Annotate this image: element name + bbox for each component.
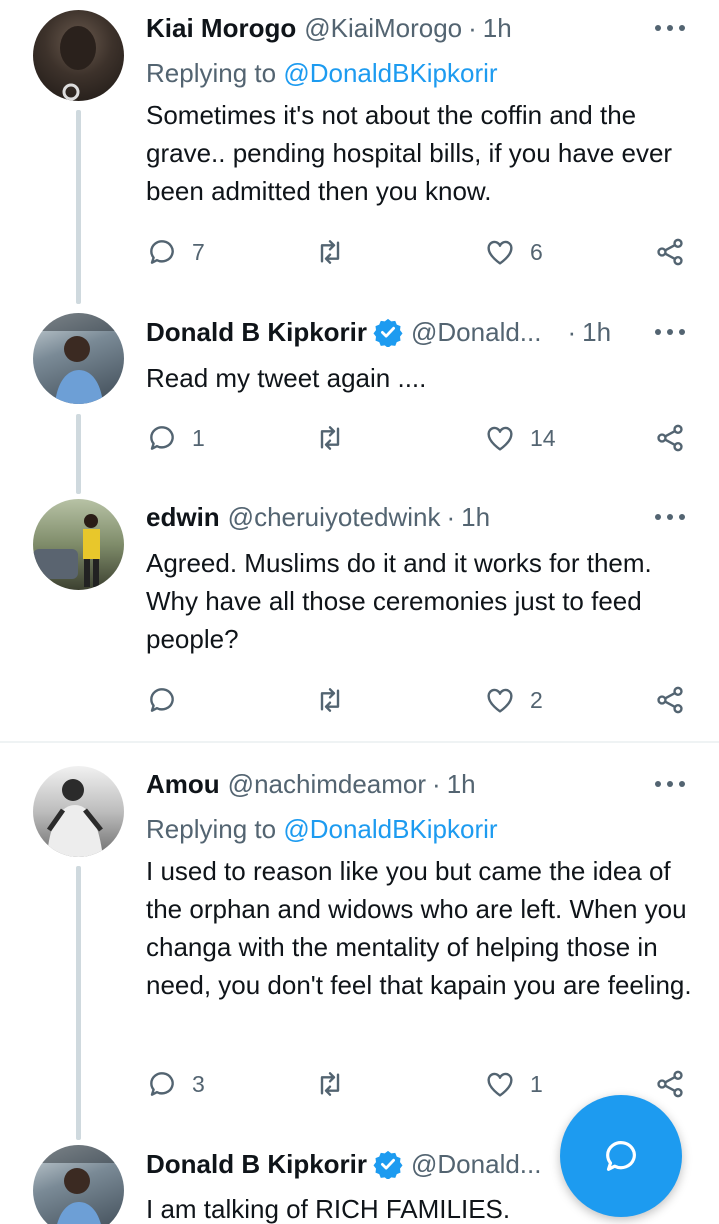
timestamp[interactable]: 1h xyxy=(483,13,512,44)
tweet-text: Sometimes it's not about the coffin and … xyxy=(146,100,673,206)
replying-to-mention[interactable]: @DonaldBKipkorir xyxy=(283,814,497,844)
avatar[interactable] xyxy=(33,766,124,857)
more-icon[interactable] xyxy=(655,772,685,796)
reply-icon xyxy=(150,688,174,712)
like-button[interactable]: 6 xyxy=(484,232,543,272)
display-name[interactable]: edwin xyxy=(146,502,220,533)
reply-button[interactable]: 3 xyxy=(146,1064,205,1104)
share-icon xyxy=(657,238,683,266)
more-icon[interactable] xyxy=(655,505,685,529)
share-button[interactable] xyxy=(654,418,686,458)
avatar[interactable] xyxy=(33,499,124,590)
tweet-edwin[interactable]: edwin @cheruiyotedwink · 1h Agreed. Musl… xyxy=(0,495,719,740)
like-count: 14 xyxy=(530,424,556,451)
like-count: 1 xyxy=(530,1070,543,1097)
verified-badge-icon xyxy=(373,1149,403,1179)
timestamp[interactable]: 1h xyxy=(461,502,490,533)
avatar[interactable] xyxy=(33,1145,124,1224)
reply-button[interactable]: 7 xyxy=(146,232,205,272)
share-icon xyxy=(657,424,683,452)
tweet-header: edwin @cheruiyotedwink · 1h xyxy=(146,497,719,537)
compose-reply-icon xyxy=(606,1141,636,1171)
reply-button[interactable] xyxy=(146,680,192,720)
share-icon xyxy=(657,1070,683,1098)
tweet-header: Kiai Morogo @KiaiMorogo · 1h xyxy=(146,8,719,48)
user-handle[interactable]: @KiaiMorogo xyxy=(304,13,462,44)
like-button[interactable]: 2 xyxy=(484,680,543,720)
replying-to-label: Replying to xyxy=(146,58,284,88)
heart-icon xyxy=(487,426,513,451)
avatar[interactable] xyxy=(33,313,124,404)
retweet-icon xyxy=(320,240,340,264)
user-handle[interactable]: @Donald... xyxy=(411,1149,541,1180)
user-handle[interactable]: @Donald... xyxy=(411,317,541,348)
share-button[interactable] xyxy=(654,1064,686,1104)
tweet-actions: 2 xyxy=(146,680,691,720)
reply-icon xyxy=(150,240,174,264)
tweet-donald-kipkorir[interactable]: Donald B Kipkorir @Donald... · 1h Read m… xyxy=(0,310,719,495)
more-icon[interactable] xyxy=(655,320,685,344)
tweet-actions: 1 14 xyxy=(146,418,691,458)
avatar[interactable] xyxy=(33,10,124,101)
like-button[interactable]: 14 xyxy=(484,418,556,458)
share-icon xyxy=(657,686,683,714)
replying-to-label: Replying to xyxy=(146,814,284,844)
tweet-text: Agreed. Muslims do it and it works for t… xyxy=(146,548,652,654)
retweet-icon xyxy=(320,426,340,450)
replying-to-mention[interactable]: @DonaldBKipkorir xyxy=(283,58,497,88)
more-icon[interactable] xyxy=(655,16,685,40)
verified-badge-icon xyxy=(373,317,403,347)
retweet-button[interactable] xyxy=(314,680,360,720)
compose-reply-button[interactable] xyxy=(560,1095,682,1217)
timestamp[interactable]: 1h xyxy=(582,317,611,348)
tweet-header: Amou @nachimdeamor · 1h xyxy=(146,764,719,804)
thread-line xyxy=(76,110,81,304)
tweet-header: Donald B Kipkorir @Donald... · 1h xyxy=(146,312,719,352)
tweet-text: I used to reason like you but came the i… xyxy=(146,856,692,1000)
user-handle[interactable]: @nachimdeamor xyxy=(228,769,426,800)
separator-dot: · xyxy=(432,768,441,799)
share-button[interactable] xyxy=(654,680,686,720)
heart-icon xyxy=(487,688,513,713)
like-count: 2 xyxy=(530,686,543,713)
heart-icon xyxy=(487,240,513,265)
retweet-button[interactable] xyxy=(314,232,360,272)
replying-to: Replying to @DonaldBKipkorir xyxy=(146,814,498,845)
reply-button[interactable]: 1 xyxy=(146,418,205,458)
display-name[interactable]: Donald B Kipkorir xyxy=(146,1149,367,1180)
reply-icon xyxy=(150,426,174,450)
heart-icon xyxy=(487,1072,513,1097)
share-button[interactable] xyxy=(654,232,686,272)
display-name[interactable]: Donald B Kipkorir xyxy=(146,317,367,348)
reply-icon xyxy=(150,1072,174,1096)
timestamp[interactable]: 1h xyxy=(447,769,476,800)
reply-count: 1 xyxy=(192,424,205,451)
tweet-actions: 7 6 xyxy=(146,232,691,272)
retweet-button[interactable] xyxy=(314,418,360,458)
tweet-kiai-morogo[interactable]: Kiai Morogo @KiaiMorogo · 1h Replying to… xyxy=(0,0,719,310)
retweet-icon xyxy=(320,688,340,712)
like-count: 6 xyxy=(530,238,543,265)
thread-divider xyxy=(0,741,719,743)
thread-line xyxy=(76,414,81,494)
user-handle[interactable]: @cheruiyotedwink xyxy=(228,502,441,533)
separator-dot: · xyxy=(567,316,577,347)
like-button[interactable]: 1 xyxy=(484,1064,543,1104)
thread-line xyxy=(76,866,81,1140)
separator-dot: · xyxy=(468,12,477,43)
retweet-icon xyxy=(320,1072,340,1096)
tweet-amou[interactable]: Amou @nachimdeamor · 1h Replying to @Don… xyxy=(0,760,719,1140)
reply-count: 7 xyxy=(192,238,205,265)
separator-dot: · xyxy=(446,501,456,532)
reply-count: 3 xyxy=(192,1070,205,1097)
display-name[interactable]: Kiai Morogo xyxy=(146,13,296,44)
replying-to: Replying to @DonaldBKipkorir xyxy=(146,58,498,89)
tweet-text: Read my tweet again .... xyxy=(146,363,427,393)
display-name[interactable]: Amou xyxy=(146,769,220,800)
retweet-button[interactable] xyxy=(314,1064,360,1104)
